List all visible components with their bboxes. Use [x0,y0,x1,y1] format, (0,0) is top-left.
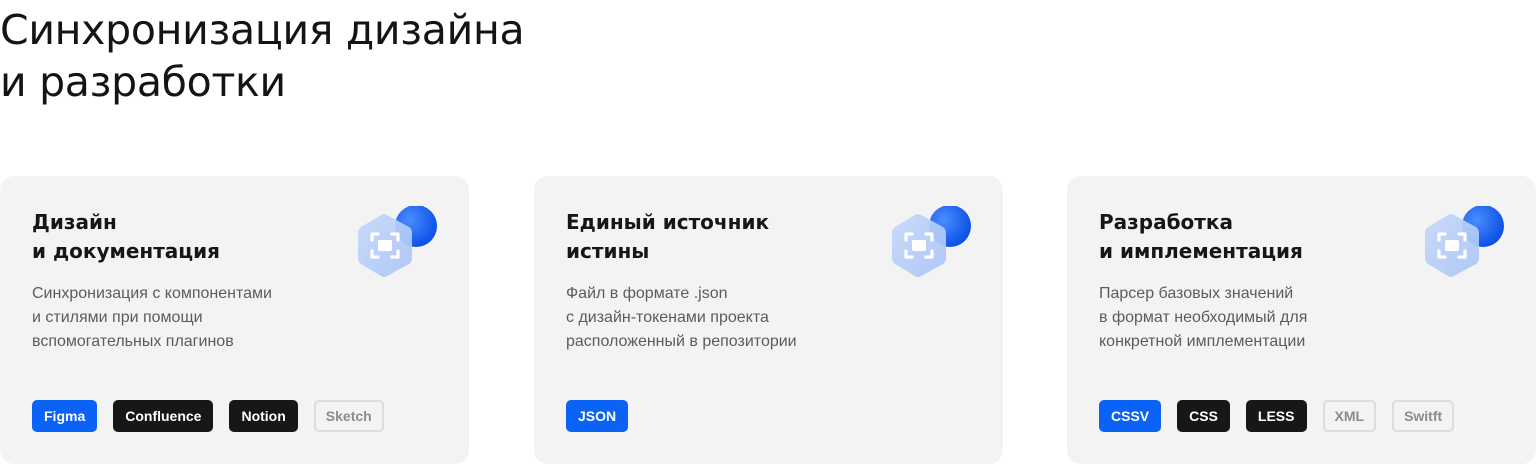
tag-xml[interactable]: XML [1322,400,1377,432]
tag-figma[interactable]: Figma [32,400,98,432]
tag-cssv[interactable]: CSSV [1099,400,1162,432]
card-title-line-2: и документация [32,239,220,263]
card-title: Дизайн и документация [32,208,220,266]
card-title-line-2: и имплементация [1099,239,1303,263]
page: Синхронизация дизайна и разработки Дизай… [0,0,1536,464]
card-description-line: с дизайн-токенами проекта [566,309,769,326]
card-description: Синхронизация с компонентами и стилями п… [32,282,272,354]
card-description-line: и стилями при помощи [32,309,203,326]
feature-card-design: Дизайн и документация Синхронизация с ко… [0,176,469,464]
card-title-line-1: Дизайн [32,210,117,234]
page-title: Синхронизация дизайна и разработки [0,4,525,108]
tag-list: CSSV CSS LESS XML Switft [1099,400,1455,432]
card-description-line: Синхронизация с компонентами [32,285,272,302]
tag-confluence[interactable]: Confluence [113,400,214,432]
tag-less[interactable]: LESS [1245,400,1307,432]
tag-list: Figma Confluence Notion Sketch [32,400,384,432]
card-description: Парсер базовых значений в формат необход… [1099,282,1307,354]
tag-switft[interactable]: Switft [1392,400,1455,432]
card-description-line: Файл в формате .json [566,285,728,302]
tag-json[interactable]: JSON [566,400,629,432]
card-description-line: конкретной имплементации [1099,333,1306,350]
tag-css[interactable]: CSS [1177,400,1230,432]
focus-frame-icon [891,206,973,288]
card-title: Разработка и имплементация [1099,208,1303,266]
card-description-line: вспомогательных плагинов [32,333,234,350]
card-title-line-2: истины [566,239,650,263]
feature-cards: Дизайн и документация Синхронизация с ко… [0,176,1536,464]
feature-card-source-of-truth: Единый источник истины Файл в формате .j… [534,176,1003,464]
card-description-line: Парсер базовых значений [1099,285,1294,302]
focus-frame-icon [1424,206,1506,288]
tag-notion[interactable]: Notion [229,400,298,432]
page-title-line-1: Синхронизация дизайна [0,6,525,54]
card-title: Единый источник истины [566,208,769,266]
focus-frame-icon [357,206,439,288]
page-title-line-2: и разработки [0,58,286,106]
tag-list: JSON [566,400,629,432]
card-description-line: в формат необходимый для [1099,309,1308,326]
feature-card-development: Разработка и имплементация Парсер базовы… [1067,176,1536,464]
tag-sketch[interactable]: Sketch [313,400,384,432]
card-title-line-1: Разработка [1099,210,1233,234]
card-title-line-1: Единый источник [566,210,770,234]
card-description: Файл в формате .json с дизайн-токенами п… [566,282,797,354]
card-description-line: расположенный в репозитории [566,333,797,350]
